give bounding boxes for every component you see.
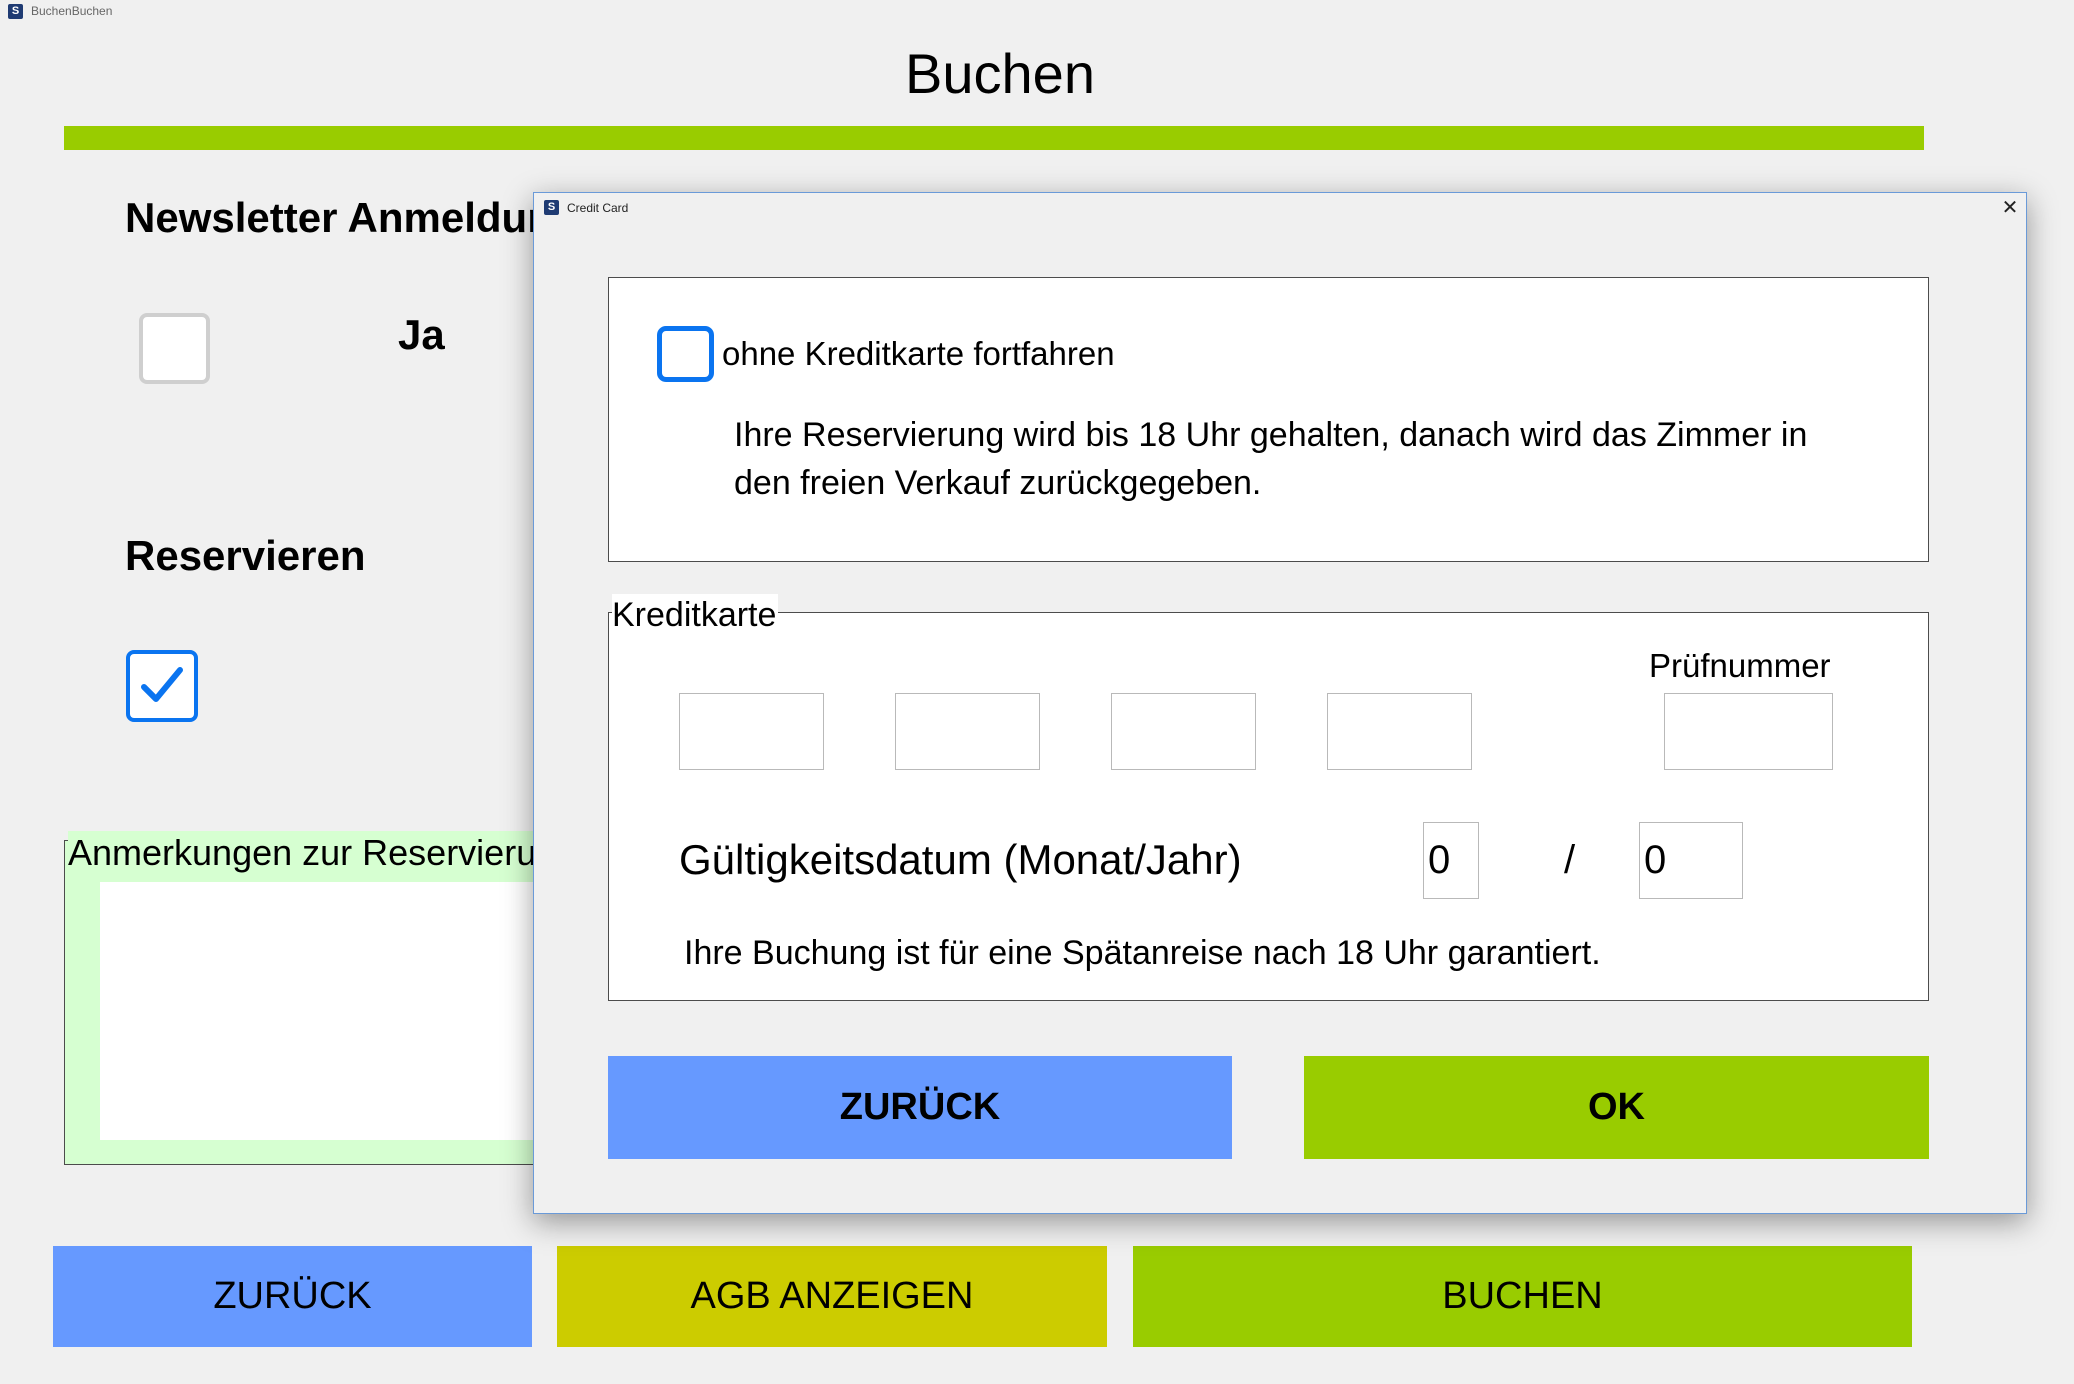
credit-card-legend: Kreditkarte [612,594,779,636]
newsletter-heading: Newsletter Anmeldung [125,194,579,241]
page-title: Buchen [905,42,1095,105]
expiry-month-field[interactable] [1423,822,1479,899]
reserve-checkbox[interactable] [126,650,198,722]
guarantee-text: Ihre Buchung ist für eine Spätanreise na… [684,934,1601,972]
checkmark-icon [141,667,183,702]
app-icon: S [8,4,23,19]
book-button[interactable]: BUCHEN [1133,1246,1912,1347]
dialog-title: Credit Card [567,201,629,215]
validity-label: Gültigkeitsdatum (Monat/Jahr) [679,836,1242,883]
window-title: BuchenBuchen [31,4,113,18]
hold-info-text: Ihre Reservierung wird bis 18 Uhr gehalt… [734,416,1808,502]
dialog-back-button[interactable]: ZURÜCK [608,1056,1232,1159]
cvc-label: Prüfnummer [1649,647,1831,684]
no-card-checkbox[interactable] [657,326,714,382]
newsletter-yes-label: Ja [398,311,445,358]
newsletter-checkbox[interactable] [139,313,210,384]
show-terms-button[interactable]: AGB ANZEIGEN [557,1246,1107,1347]
notes-legend: Anmerkungen zur Reservierung [68,831,579,875]
expiry-year-field[interactable] [1639,822,1743,899]
title-divider-bar [64,126,1924,150]
card-number-field-4[interactable] [1327,693,1472,770]
card-number-field-2[interactable] [895,693,1040,770]
no-card-label: ohne Kreditkarte fortfahren [722,335,1115,372]
close-icon[interactable]: ✕ [1994,193,2026,223]
dialog-ok-button[interactable]: OK [1304,1056,1929,1159]
reserve-heading: Reservieren [125,532,366,579]
credit-card-dialog: S Credit Card ✕ ohne Kreditkarte fortfah… [533,192,2027,1214]
expiry-separator: / [1564,838,1576,882]
cvc-field[interactable] [1664,693,1833,770]
card-number-field-1[interactable] [679,693,824,770]
back-button[interactable]: ZURÜCK [53,1246,532,1347]
card-number-field-3[interactable] [1111,693,1256,770]
dialog-app-icon: S [544,200,559,215]
